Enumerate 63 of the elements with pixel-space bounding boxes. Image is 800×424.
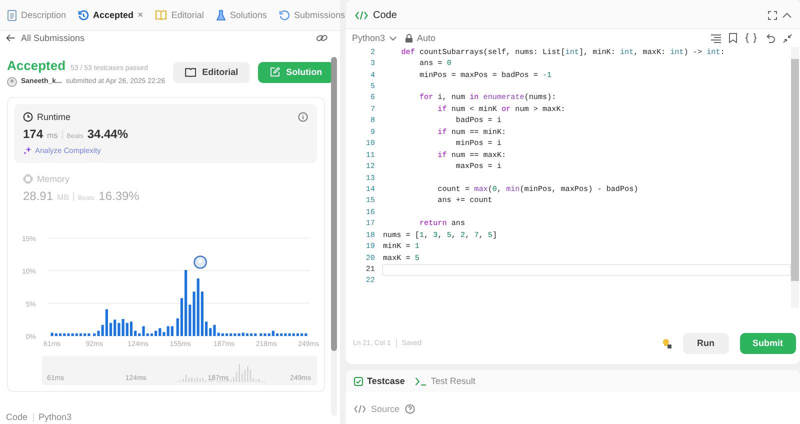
fullscreen-icon[interactable] <box>768 10 777 20</box>
sparkle-icon <box>23 146 32 155</box>
metric-title: Memory <box>37 174 70 184</box>
panel-title: Code <box>373 10 397 20</box>
panel-tab[interactable]: Solutions <box>214 6 269 24</box>
panel-tab[interactable]: Description <box>5 6 68 24</box>
tab-label: Submissions <box>294 10 345 20</box>
close-icon[interactable]: × <box>138 10 144 20</box>
editor-button[interactable]: Run <box>683 332 728 354</box>
chip-icon <box>23 174 33 184</box>
clock-icon <box>23 112 33 122</box>
metric-value: 174 <box>23 127 44 141</box>
flask-icon <box>216 10 226 20</box>
code-icon <box>355 10 368 20</box>
document-icon <box>7 10 17 20</box>
checkbox-icon <box>354 376 363 386</box>
scrollbar[interactable] <box>331 57 337 416</box>
editor-button[interactable]: Submit <box>740 332 796 354</box>
avatar-marker[interactable] <box>194 256 207 269</box>
panel-tab[interactable]: Editorial <box>153 7 206 23</box>
tab-label: Solutions <box>230 10 267 20</box>
console-tab[interactable]: Test Result <box>414 376 476 386</box>
link-icon[interactable] <box>316 33 328 43</box>
chevron-down-icon <box>389 36 398 40</box>
edit-icon <box>270 67 280 77</box>
book-icon <box>155 10 168 20</box>
source-label: Source <box>371 404 400 414</box>
header-button[interactable]: Editorial <box>173 62 250 82</box>
bulb-icon[interactable] <box>661 338 672 348</box>
collapse-icon[interactable] <box>783 34 792 42</box>
back-link[interactable]: All Submissions <box>6 33 85 43</box>
tab-label: Editorial <box>171 10 204 20</box>
panel-tab[interactable]: Accepted × <box>76 6 146 24</box>
beats-value: 34.44% <box>87 127 128 141</box>
metric-title: Runtime <box>37 112 71 122</box>
history-icon <box>278 10 290 20</box>
code-icon <box>354 405 366 413</box>
format-lines-icon[interactable] <box>711 34 721 42</box>
bookmark-icon[interactable] <box>729 33 737 43</box>
history-icon <box>78 10 90 20</box>
metric-value: 28.91 <box>23 189 54 203</box>
info-icon[interactable] <box>298 112 308 122</box>
tab-label: Description <box>21 10 66 20</box>
scrollbar[interactable] <box>791 47 799 308</box>
console-tab[interactable]: Testcase <box>354 376 405 386</box>
status-text: Accepted <box>7 58 66 72</box>
braces-icon[interactable] <box>745 33 757 43</box>
tab-label: Accepted <box>93 10 134 20</box>
terminal-icon <box>414 376 427 386</box>
section-label: Code <box>6 412 28 422</box>
mode-label: Auto <box>417 33 436 43</box>
undo-icon[interactable] <box>765 33 775 43</box>
beats-value: 16.39% <box>98 189 140 203</box>
book-icon <box>185 68 196 76</box>
chevron-up-icon[interactable] <box>782 12 792 18</box>
avatar-icon <box>7 76 17 86</box>
language-dropdown[interactable]: Python3 <box>352 33 398 43</box>
language-label: Python3 <box>38 412 72 422</box>
arrow-left-icon <box>6 34 15 42</box>
help-icon[interactable] <box>404 404 415 414</box>
lock-icon <box>405 34 414 42</box>
metric-unit: ms <box>47 131 58 140</box>
panel-tab[interactable]: Submissions <box>276 6 347 24</box>
